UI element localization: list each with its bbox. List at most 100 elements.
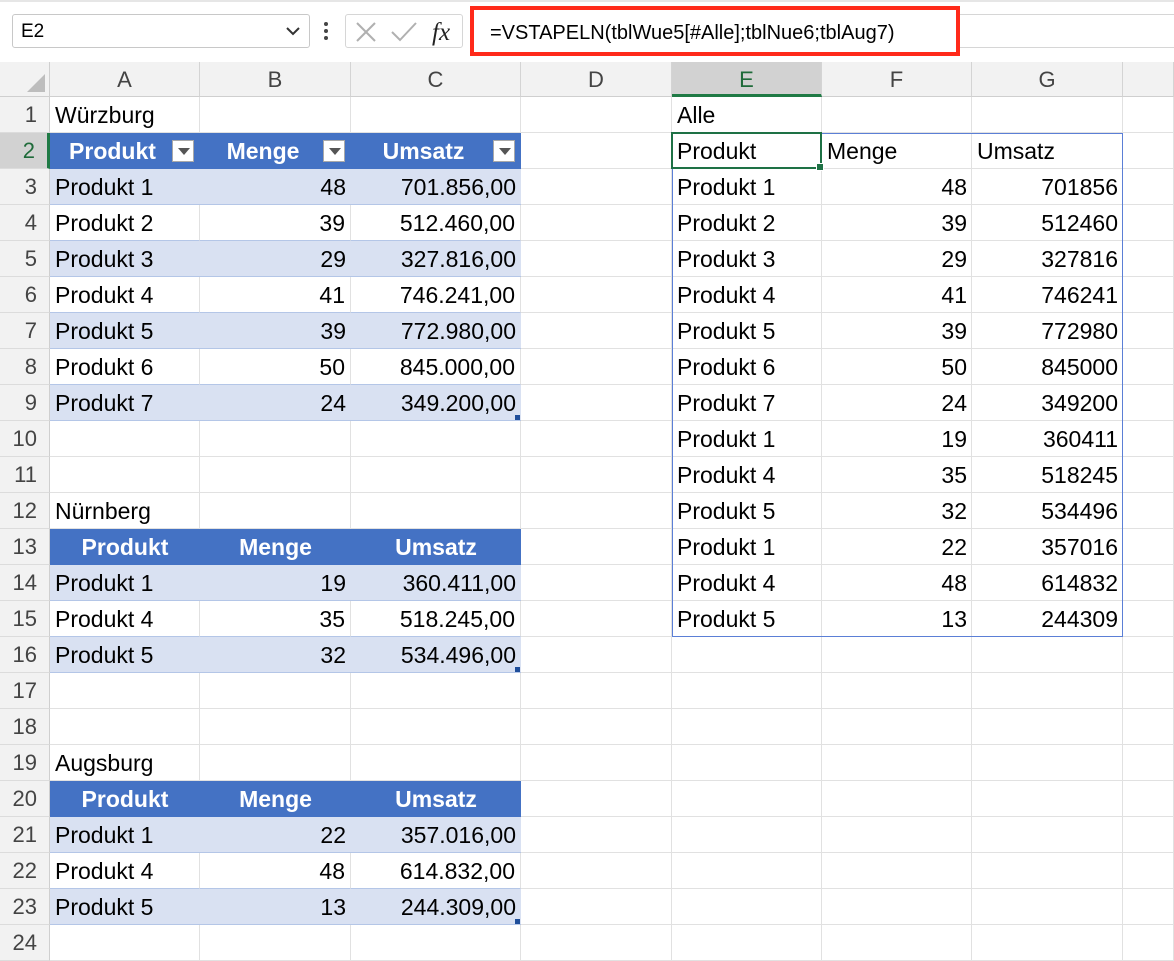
column-header-g[interactable]: G — [972, 62, 1123, 97]
grid-cell[interactable] — [200, 421, 351, 457]
grid-cell[interactable] — [822, 97, 972, 133]
table-cell[interactable]: 48 — [200, 853, 351, 889]
table-cell[interactable]: 22 — [200, 817, 351, 853]
spill-cell[interactable]: Produkt 4 — [672, 277, 822, 313]
grid-cell[interactable] — [972, 925, 1123, 961]
column-header-f[interactable]: F — [822, 62, 972, 97]
table-header-umsatz[interactable]: Umsatz — [351, 529, 521, 565]
row-header-15[interactable]: 15 — [0, 601, 50, 637]
grid-cell[interactable] — [672, 673, 822, 709]
table-cell[interactable]: 39 — [200, 313, 351, 349]
grid-cell[interactable] — [822, 781, 972, 817]
grid-cell[interactable] — [672, 781, 822, 817]
grid-cell[interactable] — [672, 853, 822, 889]
spill-cell[interactable]: Produkt 1 — [672, 529, 822, 565]
grid-cell[interactable] — [521, 925, 672, 961]
grid-cell[interactable] — [351, 97, 521, 133]
confirm-check-icon[interactable] — [390, 20, 418, 44]
grid-cell[interactable] — [822, 925, 972, 961]
row-header-14[interactable]: 14 — [0, 565, 50, 601]
filter-dropdown-icon[interactable] — [323, 140, 345, 162]
grid-cell[interactable] — [50, 925, 200, 961]
grid-cell[interactable] — [822, 709, 972, 745]
column-header-c[interactable]: C — [351, 62, 521, 97]
row-header-2[interactable]: 2 — [0, 133, 50, 169]
spill-cell[interactable]: 50 — [822, 349, 972, 385]
grid-cell[interactable] — [822, 745, 972, 781]
grid-cell[interactable] — [1123, 745, 1174, 781]
table-title-nuernberg[interactable]: Nürnberg — [50, 493, 200, 529]
spill-header-umsatz[interactable]: Umsatz — [972, 133, 1123, 169]
spill-cell[interactable]: Produkt 5 — [672, 313, 822, 349]
grid-cell[interactable] — [822, 817, 972, 853]
grid-cell[interactable] — [1123, 169, 1174, 205]
insert-function-icon[interactable]: fx — [432, 19, 450, 47]
spill-cell[interactable]: 29 — [822, 241, 972, 277]
grid-cell[interactable] — [351, 709, 521, 745]
grid-cell[interactable] — [1123, 529, 1174, 565]
spill-cell[interactable]: 772980 — [972, 313, 1123, 349]
table-cell[interactable]: 701.856,00 — [351, 169, 521, 205]
grid-cell[interactable] — [521, 457, 672, 493]
row-header-11[interactable]: 11 — [0, 457, 50, 493]
row-header-8[interactable]: 8 — [0, 349, 50, 385]
table-cell[interactable]: 512.460,00 — [351, 205, 521, 241]
grid-cell[interactable] — [972, 745, 1123, 781]
grid-cell[interactable] — [672, 889, 822, 925]
grid-cell[interactable] — [972, 817, 1123, 853]
grid-cell[interactable] — [521, 889, 672, 925]
grid-cell[interactable] — [1123, 97, 1174, 133]
row-header-13[interactable]: 13 — [0, 529, 50, 565]
spill-cell[interactable]: Produkt 4 — [672, 457, 822, 493]
table-header-umsatz[interactable]: Umsatz — [351, 781, 521, 817]
grid-cell[interactable] — [1123, 493, 1174, 529]
spill-header-produkt[interactable]: Produkt — [672, 133, 822, 169]
row-header-10[interactable]: 10 — [0, 421, 50, 457]
table-cell[interactable]: Produkt 1 — [50, 169, 200, 205]
grid-cell[interactable] — [351, 493, 521, 529]
spill-cell[interactable]: 19 — [822, 421, 972, 457]
spill-cell[interactable]: 32 — [822, 493, 972, 529]
grid-cell[interactable] — [521, 421, 672, 457]
grid-cell[interactable] — [1123, 637, 1174, 673]
spill-cell[interactable]: 534496 — [972, 493, 1123, 529]
table-cell[interactable]: Produkt 5 — [50, 889, 200, 925]
grid-cell[interactable] — [351, 673, 521, 709]
row-header-5[interactable]: 5 — [0, 241, 50, 277]
table-cell[interactable]: 360.411,00 — [351, 565, 521, 601]
grid-cell[interactable] — [521, 205, 672, 241]
row-header-16[interactable]: 16 — [0, 637, 50, 673]
table-cell[interactable]: 39 — [200, 205, 351, 241]
spill-cell[interactable]: Produkt 5 — [672, 493, 822, 529]
row-header-24[interactable]: 24 — [0, 925, 50, 961]
grid-cell[interactable] — [200, 673, 351, 709]
grid-cell[interactable] — [972, 673, 1123, 709]
table-cell[interactable]: Produkt 5 — [50, 637, 200, 673]
spill-cell[interactable]: 24 — [822, 385, 972, 421]
grid-cell[interactable] — [1123, 817, 1174, 853]
grid-cell[interactable] — [822, 673, 972, 709]
table-header-menge[interactable]: Menge — [200, 781, 351, 817]
grid-cell[interactable] — [972, 889, 1123, 925]
grid-cell[interactable] — [200, 97, 351, 133]
grid-cell[interactable] — [672, 745, 822, 781]
table-cell[interactable]: Produkt 5 — [50, 313, 200, 349]
row-header-12[interactable]: 12 — [0, 493, 50, 529]
spill-cell[interactable]: 22 — [822, 529, 972, 565]
grid-cell[interactable] — [1123, 457, 1174, 493]
spill-cell[interactable]: Produkt 5 — [672, 601, 822, 637]
grid-cell[interactable] — [351, 925, 521, 961]
formula-input-extension[interactable] — [960, 14, 1174, 48]
grid-cell[interactable] — [672, 637, 822, 673]
spill-cell[interactable]: 746241 — [972, 277, 1123, 313]
table-cell[interactable]: 614.832,00 — [351, 853, 521, 889]
grid-cell[interactable] — [1123, 889, 1174, 925]
table-cell[interactable]: 41 — [200, 277, 351, 313]
grid-cell[interactable] — [1123, 313, 1174, 349]
column-header-a[interactable]: A — [50, 62, 200, 97]
grid-cell[interactable] — [972, 97, 1123, 133]
table-cell[interactable]: 24 — [200, 385, 351, 421]
grid-cell[interactable] — [1123, 673, 1174, 709]
spill-cell[interactable]: 41 — [822, 277, 972, 313]
row-header-22[interactable]: 22 — [0, 853, 50, 889]
